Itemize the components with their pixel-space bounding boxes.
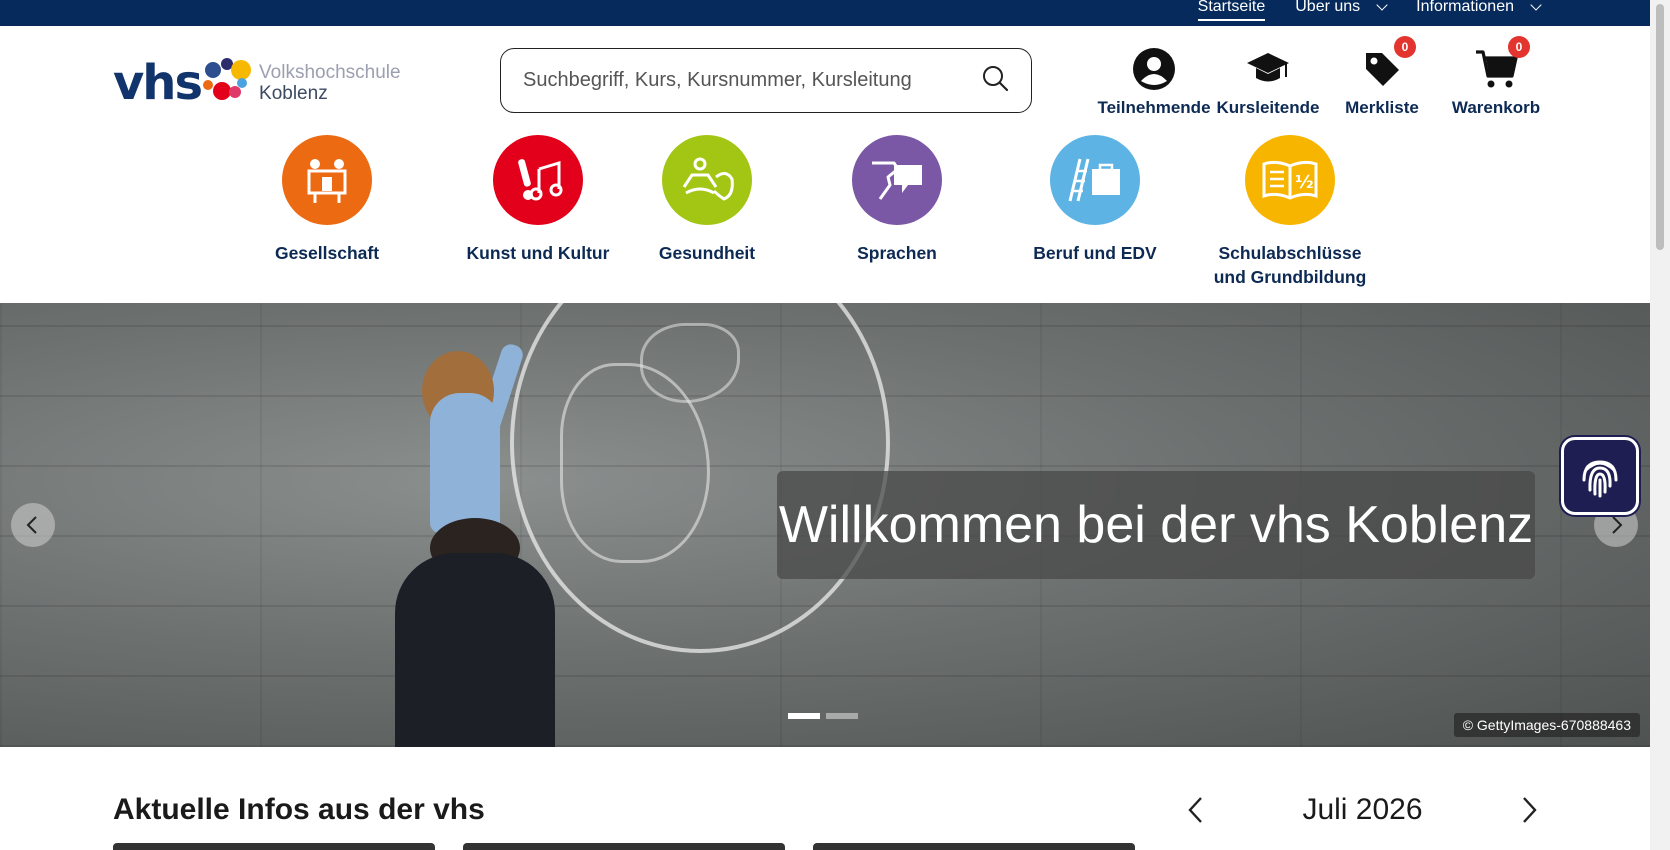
news-card[interactable] bbox=[463, 843, 785, 850]
image-credit: © GettyImages-670888463 bbox=[1453, 713, 1640, 737]
cart-count-badge: 0 bbox=[1508, 36, 1530, 58]
calendar-header: Juli 2026 bbox=[1185, 793, 1540, 827]
scrollbar-thumb[interactable] bbox=[1656, 4, 1664, 250]
adult-figure bbox=[395, 553, 555, 747]
vhs-logo[interactable]: vhs Volkshochschule Koblenz bbox=[113, 55, 401, 111]
page-scrollbar[interactable] bbox=[1650, 0, 1670, 850]
category-name: Schulabschlüsse und Grundbildung bbox=[1213, 243, 1367, 287]
category-gesundheit[interactable]: Gesundheit bbox=[627, 135, 787, 265]
wishlist-link[interactable]: Merkliste 0 bbox=[1338, 36, 1426, 118]
fingerprint-icon bbox=[1582, 460, 1618, 498]
cart-label: Warenkorb bbox=[1451, 98, 1541, 117]
logo-line2: Koblenz bbox=[259, 83, 328, 104]
slider-prev-button[interactable] bbox=[11, 503, 55, 547]
chevron-down-icon bbox=[1376, 0, 1388, 11]
hero-title: Willkommen bei der vhs Koblenz bbox=[778, 496, 1534, 554]
chevron-right-icon bbox=[1612, 516, 1623, 534]
category-name: Gesellschaft bbox=[274, 243, 380, 263]
top-nav-ueber-uns[interactable]: Über uns bbox=[1295, 0, 1388, 19]
speech-bubble-icon bbox=[852, 135, 942, 225]
news-section-title: Aktuelle Infos aus der vhs bbox=[113, 793, 485, 826]
chevron-left-icon bbox=[26, 516, 37, 534]
calendar-next-month-button[interactable] bbox=[1518, 795, 1540, 825]
book-half-icon: ½ bbox=[1245, 135, 1335, 225]
category-nav: Gesellschaft Kunst und Kultur Gesundheit… bbox=[0, 135, 1650, 305]
news-card[interactable] bbox=[113, 843, 435, 850]
category-sprachen[interactable]: Sprachen bbox=[817, 135, 977, 265]
slide-indicator-1[interactable] bbox=[788, 713, 820, 719]
top-nav: Startseite Über uns Informationen bbox=[1197, 0, 1542, 21]
svg-text:½: ½ bbox=[1295, 172, 1314, 193]
yoga-apple-icon bbox=[662, 135, 752, 225]
category-kunst-und-kultur[interactable]: Kunst und Kultur bbox=[458, 135, 618, 265]
participants-label: Teilnehmende bbox=[1097, 98, 1211, 117]
top-nav-label: Startseite bbox=[1197, 0, 1266, 15]
user-circle-icon bbox=[1132, 44, 1176, 94]
graduation-cap-icon bbox=[1246, 44, 1290, 94]
brush-music-icon bbox=[493, 135, 583, 225]
instructors-link[interactable]: Kursleitende bbox=[1217, 44, 1320, 118]
hero-caption: Willkommen bei der vhs Koblenz bbox=[777, 471, 1535, 579]
instructors-label: Kursleitende bbox=[1216, 98, 1320, 117]
news-cards bbox=[113, 843, 1135, 850]
category-name: Sprachen bbox=[857, 243, 937, 263]
search-icon[interactable] bbox=[981, 64, 1009, 97]
wishlist-label: Merkliste bbox=[1345, 98, 1419, 117]
logo-mark: vhs bbox=[113, 55, 203, 111]
top-nav-informationen[interactable]: Informationen bbox=[1416, 0, 1542, 19]
top-nav-bar: Startseite Über uns Informationen bbox=[0, 0, 1650, 26]
category-name: Beruf und EDV bbox=[1033, 243, 1157, 263]
header-tools: Teilnehmende Kursleitende Merkliste 0 Wa… bbox=[1097, 36, 1541, 118]
top-nav-label: Informationen bbox=[1416, 0, 1514, 15]
top-nav-startseite[interactable]: Startseite bbox=[1197, 0, 1266, 21]
ladder-briefcase-icon bbox=[1050, 135, 1140, 225]
category-schulabschluesse[interactable]: ½ Schulabschlüsse und Grundbildung bbox=[1210, 135, 1370, 289]
cart-link[interactable]: Warenkorb 0 bbox=[1451, 36, 1541, 118]
child-figure bbox=[430, 393, 500, 533]
search-box bbox=[500, 48, 1032, 113]
logo-text: Volkshochschule Koblenz bbox=[259, 62, 401, 104]
slide-indicator-2[interactable] bbox=[826, 713, 858, 719]
accessibility-button[interactable] bbox=[1561, 437, 1639, 515]
calendar-month: Juli 2026 bbox=[1302, 793, 1423, 826]
search-input[interactable] bbox=[523, 69, 981, 92]
hero-slider: Willkommen bei der vhs Koblenz © GettyIm… bbox=[0, 303, 1650, 747]
wishlist-count-badge: 0 bbox=[1394, 36, 1416, 58]
logo-line1: Volkshochschule bbox=[259, 62, 401, 83]
category-beruf-und-edv[interactable]: Beruf und EDV bbox=[1015, 135, 1175, 265]
top-nav-label: Über uns bbox=[1295, 0, 1361, 15]
category-name: Gesundheit bbox=[658, 243, 756, 263]
people-board-icon bbox=[282, 135, 372, 225]
slider-indicators bbox=[788, 713, 858, 719]
participants-link[interactable]: Teilnehmende bbox=[1097, 44, 1211, 118]
news-card[interactable] bbox=[813, 843, 1135, 850]
category-gesellschaft[interactable]: Gesellschaft bbox=[247, 135, 407, 265]
chevron-down-icon bbox=[1530, 0, 1542, 11]
category-name: Kunst und Kultur bbox=[466, 243, 610, 263]
logo-dots-icon bbox=[201, 56, 253, 110]
calendar-prev-month-button[interactable] bbox=[1185, 795, 1207, 825]
